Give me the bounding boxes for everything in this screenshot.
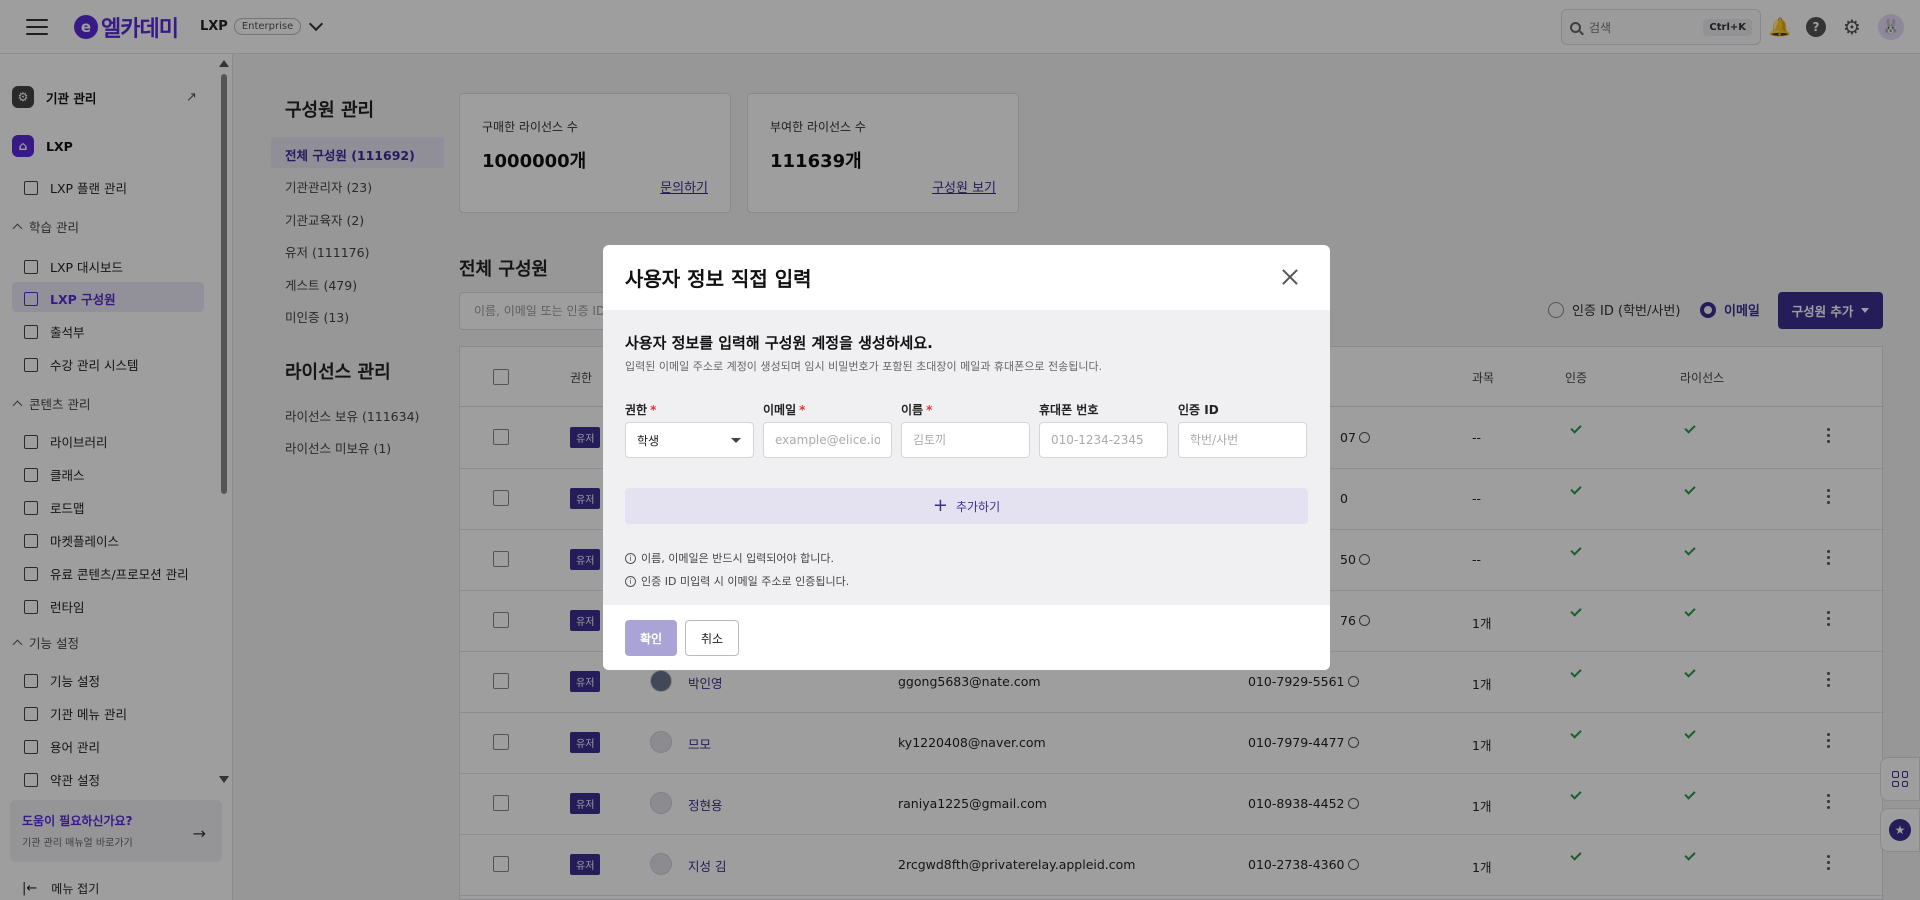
modal-title: 사용자 정보 직접 입력 [625, 267, 812, 291]
note-required: i 이름, 이메일은 반드시 입력되어야 합니다. [625, 550, 834, 566]
role-select[interactable]: 학생 [625, 422, 754, 458]
close-icon[interactable] [1280, 267, 1300, 287]
modal-header: 사용자 정보 직접 입력 [603, 245, 1330, 310]
modal-body: 사용자 정보를 입력해 구성원 계정을 생성하세요. 입력된 이메일 주소로 계… [603, 310, 1330, 605]
auth-id-field[interactable] [1178, 422, 1307, 458]
plus-icon: + [932, 495, 948, 516]
email-field[interactable] [763, 422, 892, 458]
auth-id-label: 인증 ID [1178, 403, 1219, 417]
direct-input-modal: 사용자 정보 직접 입력 사용자 정보를 입력해 구성원 계정을 생성하세요. … [603, 245, 1330, 670]
phone-field[interactable] [1039, 422, 1168, 458]
caret-down-icon [731, 438, 741, 443]
role-label: 권한 * [625, 403, 657, 417]
add-row-button[interactable]: + 추가하기 [625, 488, 1308, 524]
modal-subtitle: 사용자 정보를 입력해 구성원 계정을 생성하세요. [625, 334, 933, 352]
email-label: 이메일 * [763, 403, 806, 417]
name-field[interactable] [901, 422, 1030, 458]
confirm-button[interactable]: 확인 [625, 620, 677, 656]
info-icon: i [625, 575, 636, 587]
info-icon: i [625, 552, 636, 564]
role-select-value: 학생 [637, 433, 660, 448]
modal-footer: 확인 취소 [603, 605, 1330, 670]
name-label: 이름 * [901, 403, 933, 417]
note-text: 이름, 이메일은 반드시 입력되어야 합니다. [641, 552, 835, 565]
note-auth: i 인증 ID 미입력 시 이메일 주소로 인증됩니다. [625, 573, 849, 589]
phone-label: 휴대폰 번호 [1039, 403, 1099, 417]
cancel-button[interactable]: 취소 [685, 620, 739, 656]
add-row-label: 추가하기 [955, 499, 1001, 514]
note-text: 인증 ID 미입력 시 이메일 주소로 인증됩니다. [641, 575, 850, 588]
modal-description: 입력된 이메일 주소로 계정이 생성되며 임시 비밀번호가 포함된 초대장이 메… [625, 360, 1103, 373]
